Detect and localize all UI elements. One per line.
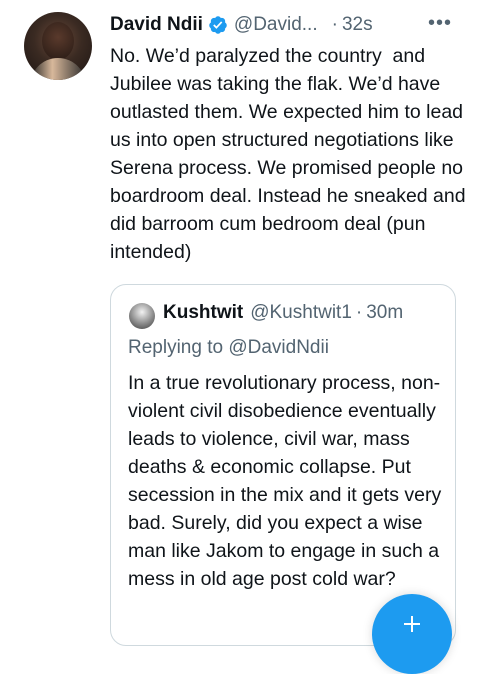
quoted-author-handle: @Kushtwit1 <box>250 302 352 323</box>
quoted-separator-dot: · <box>355 302 363 323</box>
separator-dot: · <box>331 14 338 35</box>
quoted-tweet-header: Kushtwit @Kushtwit1 · 30m <box>163 302 403 324</box>
tweet-header: David Ndii @David... · 32s ••• <box>110 12 460 38</box>
author-avatar[interactable] <box>24 12 92 80</box>
replying-to-line: Replying to @DavidNdii <box>128 337 329 359</box>
verified-badge-icon <box>209 16 227 34</box>
replying-to-prefix: Replying to <box>128 337 229 358</box>
quoted-tweet-timestamp: 30m <box>366 302 404 323</box>
author-name[interactable]: David Ndii <box>110 14 203 36</box>
compose-tweet-button[interactable] <box>372 594 452 674</box>
more-options-icon[interactable]: ••• <box>428 12 452 35</box>
replying-to-handle[interactable]: @DavidNdii <box>228 337 329 358</box>
quoted-author-avatar <box>129 303 155 329</box>
avatar-shirt <box>30 58 86 80</box>
tweet-timestamp[interactable]: 32s <box>342 14 373 36</box>
quoted-author-name: Kushtwit <box>163 302 244 323</box>
tweet-text: No. We’d paralyzed the country and Jubil… <box>110 45 472 263</box>
quoted-tweet-text: In a true revolutionary process, non-vio… <box>128 372 447 590</box>
author-handle[interactable]: @David... <box>234 14 318 36</box>
quoted-tweet-card[interactable]: Kushtwit @Kushtwit1 · 30m Replying to @D… <box>110 284 456 646</box>
compose-tweet-icon <box>404 616 420 632</box>
avatar-face <box>42 22 74 60</box>
